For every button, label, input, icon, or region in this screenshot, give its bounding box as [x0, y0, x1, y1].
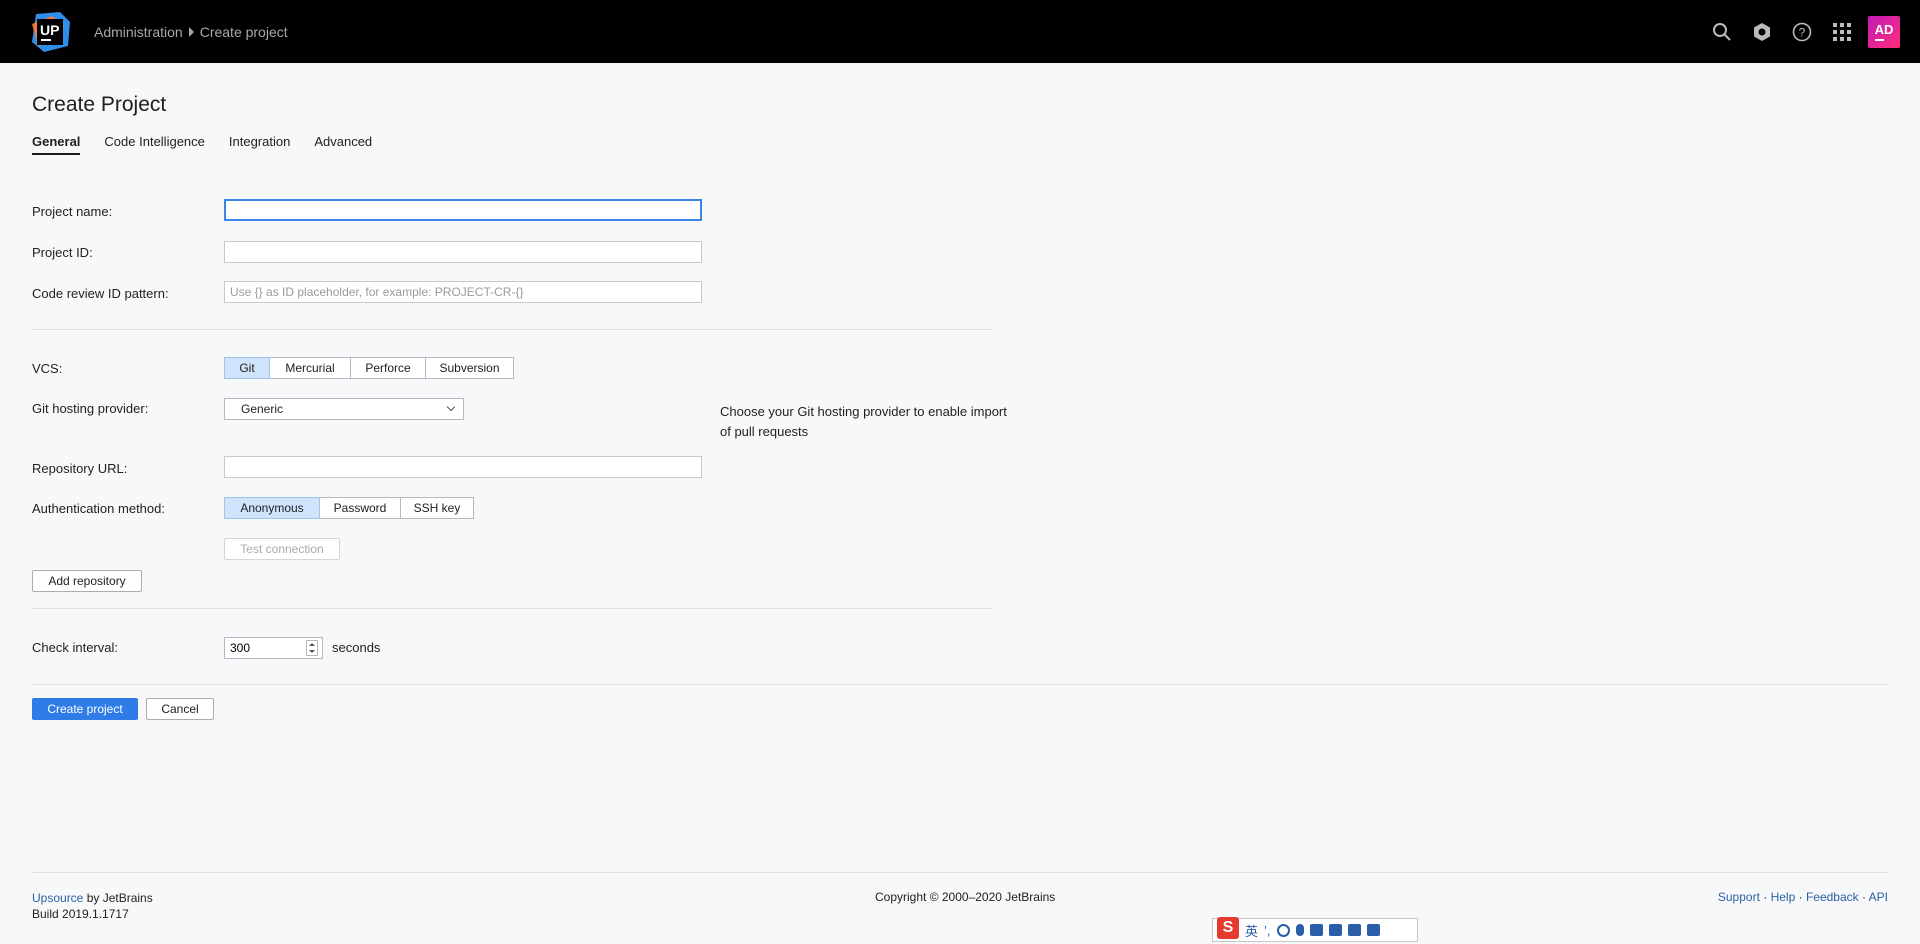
repository-url-input[interactable] — [224, 456, 702, 478]
code-review-pattern-input[interactable] — [224, 281, 702, 303]
project-id-label: Project ID: — [32, 245, 93, 260]
footer-divider — [32, 872, 1888, 873]
add-repository-button[interactable]: Add repository — [32, 570, 142, 592]
git-hosting-label: Git hosting provider: — [32, 401, 149, 416]
ime-logo-icon[interactable]: S — [1217, 917, 1239, 939]
user-icon[interactable] — [1328, 924, 1342, 936]
logo-text: UP — [40, 22, 60, 38]
tab-code-intelligence[interactable]: Code Intelligence — [104, 134, 204, 155]
project-name-input[interactable] — [224, 199, 702, 221]
breadcrumb-administration[interactable]: Administration — [94, 24, 183, 40]
link-separator: · — [1759, 890, 1771, 904]
upsource-link[interactable]: Upsource — [32, 891, 83, 905]
avatar-initials: AD — [1874, 21, 1894, 37]
footer-links: Support · Help · Feedback · API — [1718, 890, 1888, 904]
top-bar: UP Administration Create project ? AD — [0, 0, 1920, 63]
breadcrumb-separator-icon — [188, 27, 194, 37]
emoji-icon[interactable] — [1276, 923, 1290, 937]
api-link[interactable]: API — [1869, 890, 1888, 904]
vcs-option-subversion[interactable]: Subversion — [425, 357, 514, 379]
skin-icon[interactable] — [1347, 924, 1361, 936]
git-hosting-hint: Choose your Git hosting provider to enab… — [720, 404, 1007, 439]
ime-toolbar: S 英 ’, — [1212, 917, 1418, 942]
top-bar-actions: ? AD — [1702, 0, 1920, 63]
ime-punctuation-toggle[interactable]: ’, — [1264, 923, 1271, 938]
build-version: Build 2019.1.1717 — [32, 907, 129, 921]
ime-language-toggle[interactable]: 英 — [1245, 921, 1258, 940]
copyright: Copyright © 2000–2020 JetBrains — [875, 890, 1056, 904]
avatar[interactable]: AD — [1868, 15, 1900, 48]
auth-option-ssh-key[interactable]: SSH key — [400, 497, 474, 519]
link-separator: · — [1858, 890, 1869, 904]
link-separator: · — [1795, 890, 1806, 904]
stepper-arrows[interactable] — [306, 640, 318, 656]
authentication-method-selector: Anonymous Password SSH key — [224, 497, 474, 519]
footer-by-text: by JetBrains — [83, 891, 153, 905]
hexagon-icon[interactable] — [1742, 0, 1782, 63]
auth-option-password[interactable]: Password — [319, 497, 401, 519]
stepper-up-icon[interactable] — [309, 643, 315, 646]
upsource-logo[interactable]: UP — [30, 12, 72, 52]
git-hosting-select[interactable]: Generic — [224, 398, 464, 420]
tab-bar: General Code Intelligence Integration Ad… — [32, 134, 372, 155]
project-id-input[interactable] — [224, 241, 702, 263]
feedback-link[interactable]: Feedback — [1806, 890, 1859, 904]
test-connection-button[interactable]: Test connection — [224, 538, 340, 560]
svg-text:?: ? — [1799, 25, 1806, 39]
search-icon[interactable] — [1702, 0, 1742, 63]
check-interval-input[interactable] — [225, 638, 305, 658]
page-title: Create Project — [32, 93, 167, 116]
authentication-method-label: Authentication method: — [32, 501, 165, 516]
form-footer-divider — [32, 684, 1888, 685]
tab-integration[interactable]: Integration — [229, 134, 290, 155]
help-icon[interactable]: ? — [1782, 0, 1822, 63]
check-interval-unit: seconds — [332, 640, 381, 655]
footer-left: Upsource by JetBrains Build 2019.1.1717 — [32, 890, 153, 922]
keyboard-icon[interactable] — [1309, 924, 1323, 936]
project-name-label: Project name: — [32, 204, 113, 219]
menu-grid-icon[interactable] — [1366, 924, 1380, 936]
git-hosting-value: Generic — [241, 402, 284, 416]
vcs-label: VCS: — [32, 361, 63, 376]
breadcrumb: Administration Create project — [94, 24, 288, 40]
code-review-pattern-label: Code review ID pattern: — [32, 286, 169, 301]
vcs-selector: Git Mercurial Perforce Subversion — [224, 357, 514, 379]
breadcrumb-current: Create project — [199, 24, 288, 40]
vcs-option-mercurial[interactable]: Mercurial — [269, 357, 351, 379]
support-link[interactable]: Support — [1718, 890, 1760, 904]
section-divider — [32, 608, 992, 609]
microphone-icon[interactable] — [1295, 924, 1304, 936]
tab-general[interactable]: General — [32, 134, 81, 155]
tab-advanced[interactable]: Advanced — [314, 134, 372, 155]
vcs-option-perforce[interactable]: Perforce — [350, 357, 426, 379]
create-project-button[interactable]: Create project — [32, 698, 138, 720]
check-interval-stepper[interactable] — [224, 637, 323, 659]
cancel-button[interactable]: Cancel — [146, 698, 214, 720]
help-link[interactable]: Help — [1771, 890, 1796, 904]
section-divider — [32, 329, 992, 330]
auth-option-anonymous[interactable]: Anonymous — [224, 497, 320, 519]
avatar-underline — [1874, 38, 1884, 41]
apps-grid-icon[interactable] — [1822, 0, 1862, 63]
check-interval-label: Check interval: — [32, 640, 118, 655]
vcs-option-git[interactable]: Git — [224, 357, 270, 379]
stepper-down-icon[interactable] — [309, 650, 315, 653]
repository-url-label: Repository URL: — [32, 461, 128, 476]
chevron-down-icon — [446, 402, 456, 412]
